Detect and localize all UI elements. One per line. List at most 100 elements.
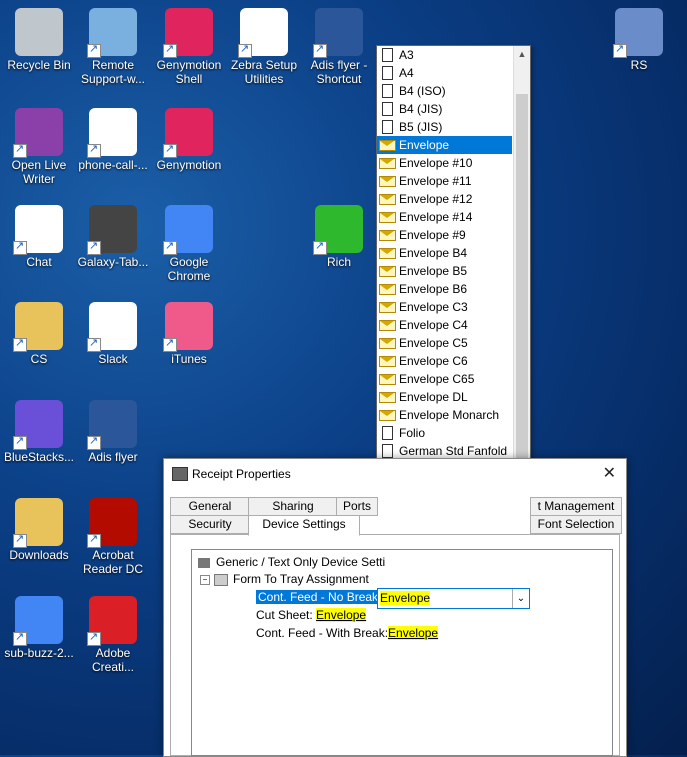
- paper-size-combo[interactable]: Envelope ⌄: [377, 588, 530, 609]
- dropdown-option[interactable]: Envelope B6: [377, 280, 512, 298]
- envelope-icon: [379, 266, 396, 277]
- shortcut-arrow-icon: [87, 630, 101, 646]
- desktop-icon[interactable]: sub-buzz-2...: [0, 596, 78, 660]
- desktop-icon[interactable]: Slack: [74, 302, 152, 366]
- envelope-icon: [379, 302, 396, 313]
- creative-cloud-icon: [87, 596, 137, 646]
- dropdown-option[interactable]: Envelope: [377, 136, 512, 154]
- tab-sharing[interactable]: Sharing: [248, 497, 338, 516]
- desktop-icon[interactable]: Genymotion: [150, 108, 228, 172]
- dropdown-option[interactable]: Envelope C65: [377, 370, 512, 388]
- dropdown-option[interactable]: Envelope #12: [377, 190, 512, 208]
- desktop-icon[interactable]: Google Chrome: [150, 205, 228, 283]
- shortcut-arrow-icon: [13, 630, 27, 646]
- dropdown-option[interactable]: Envelope C6: [377, 352, 512, 370]
- dropdown-option[interactable]: A3: [377, 46, 512, 64]
- dropdown-option-label: Envelope #14: [399, 210, 473, 224]
- bpa-icon: [613, 8, 663, 58]
- desktop-icon[interactable]: Adis flyer - Shortcut: [300, 8, 378, 86]
- scroll-up-arrow-icon[interactable]: ▲: [514, 46, 530, 62]
- desktop-icon[interactable]: Rich: [300, 205, 378, 269]
- cut-sheet-value[interactable]: Envelope: [316, 608, 367, 622]
- dropdown-option[interactable]: A4: [377, 64, 512, 82]
- shortcut-arrow-icon: [163, 142, 177, 158]
- dropdown-option[interactable]: Envelope B5: [377, 262, 512, 280]
- desktop-icon[interactable]: Adobe Creati...: [74, 596, 152, 674]
- genymotion-shell-icon: [163, 8, 213, 58]
- desktop-icon-label: Genymotion: [156, 158, 222, 172]
- desktop-icon-label: Adis flyer: [88, 450, 138, 464]
- desktop-icon-label: Galaxy-Tab...: [77, 255, 149, 269]
- desktop-icon[interactable]: Chat: [0, 205, 78, 269]
- desktop-icon-label: Rich: [326, 255, 351, 269]
- desktop-icon[interactable]: Zebra Setup Utilities: [225, 8, 303, 86]
- recycle-bin-icon: [15, 8, 63, 56]
- paper-page-icon: [382, 66, 393, 80]
- paper-page-icon: [382, 48, 393, 62]
- dropdown-option-label: A4: [399, 66, 414, 80]
- dropdown-option[interactable]: Envelope #14: [377, 208, 512, 226]
- slack-icon: [87, 302, 137, 352]
- genymotion-icon: [163, 108, 213, 158]
- dropdown-option-label: B4 (JIS): [399, 102, 443, 116]
- desktop-icon[interactable]: Recycle Bin: [0, 8, 78, 72]
- desktop-icon[interactable]: Genymotion Shell: [150, 8, 228, 86]
- desktop-icon[interactable]: CS: [0, 302, 78, 366]
- dropdown-option[interactable]: Envelope DL: [377, 388, 512, 406]
- tab-font-selection[interactable]: Font Selection: [530, 515, 622, 534]
- desktop-icon[interactable]: phone-call-...: [74, 108, 152, 172]
- settings-tree[interactable]: Generic / Text Only Device Setti − Form T…: [191, 549, 613, 756]
- dropdown-option[interactable]: Envelope C4: [377, 316, 512, 334]
- shortcut-arrow-icon: [87, 336, 101, 352]
- tab-ports[interactable]: Ports: [336, 497, 378, 516]
- tree-item-cont-feed-no-break[interactable]: Cont. Feed - No Break:: [256, 590, 384, 604]
- dropdown-option[interactable]: Envelope Monarch: [377, 406, 512, 424]
- tree-root[interactable]: Generic / Text Only Device Setti: [198, 555, 385, 569]
- envelope-icon: [379, 176, 396, 187]
- dropdown-option[interactable]: Envelope C3: [377, 298, 512, 316]
- dropdown-option[interactable]: Envelope C5: [377, 334, 512, 352]
- tab-security[interactable]: Security: [170, 515, 250, 534]
- dropdown-option[interactable]: Envelope #10: [377, 154, 512, 172]
- dropdown-option[interactable]: B5 (JIS): [377, 118, 512, 136]
- collapse-icon[interactable]: −: [200, 574, 210, 585]
- tab-device-settings[interactable]: Device Settings: [248, 515, 360, 536]
- dropdown-option[interactable]: B4 (ISO): [377, 82, 512, 100]
- dropdown-option[interactable]: Envelope #9: [377, 226, 512, 244]
- desktop-icon[interactable]: Adis flyer: [74, 400, 152, 464]
- dropdown-option[interactable]: B4 (JIS): [377, 100, 512, 118]
- dropdown-option-label: Envelope C65: [399, 372, 475, 386]
- dropdown-option-label: German Std Fanfold: [399, 444, 508, 458]
- docx-icon: [87, 108, 137, 158]
- desktop-icon[interactable]: BlueStacks...: [0, 400, 78, 464]
- desktop-icon[interactable]: Remote Support-w...: [74, 8, 152, 86]
- dropdown-option[interactable]: Envelope #11: [377, 172, 512, 190]
- desktop-icon[interactable]: Downloads: [0, 498, 78, 562]
- desktop-icon[interactable]: RS: [600, 8, 678, 72]
- chevron-down-icon[interactable]: ⌄: [512, 589, 529, 608]
- dropdown-option-label: Envelope #11: [399, 174, 472, 188]
- dropdown-option-label: Envelope B4: [399, 246, 468, 260]
- tree-item-cut-sheet[interactable]: Cut Sheet: Envelope: [256, 608, 367, 622]
- with-break-value[interactable]: Envelope: [388, 626, 439, 640]
- dropdown-option-label: Envelope: [399, 138, 450, 152]
- shortcut-arrow-icon: [313, 239, 327, 255]
- desktop-icon-label: Open Live Writer: [11, 158, 67, 186]
- bluestacks-icon: [13, 400, 63, 450]
- tab-color-management[interactable]: t Management: [530, 497, 622, 516]
- dropdown-option-label: Envelope B5: [399, 264, 468, 278]
- tree-item-cont-feed-with-break[interactable]: Cont. Feed - With Break:Envelope: [256, 626, 439, 640]
- close-icon[interactable]: ✕: [603, 459, 616, 489]
- desktop-icon[interactable]: iTunes: [150, 302, 228, 366]
- dropdown-option[interactable]: Folio: [377, 424, 512, 442]
- envelope-icon: [379, 320, 396, 331]
- desktop-icon[interactable]: Galaxy-Tab...: [74, 205, 152, 269]
- tab-general[interactable]: General: [170, 497, 250, 516]
- desktop-icon[interactable]: Acrobat Reader DC: [74, 498, 152, 576]
- shortcut-arrow-icon: [87, 434, 101, 450]
- desktop-icon[interactable]: Open Live Writer: [0, 108, 78, 186]
- tree-group-form-to-tray[interactable]: − Form To Tray Assignment: [200, 572, 369, 586]
- desktop-icon-label: Adis flyer - Shortcut: [310, 58, 368, 86]
- dropdown-option[interactable]: Envelope B4: [377, 244, 512, 262]
- desktop-icon-label: Chat: [26, 255, 52, 269]
